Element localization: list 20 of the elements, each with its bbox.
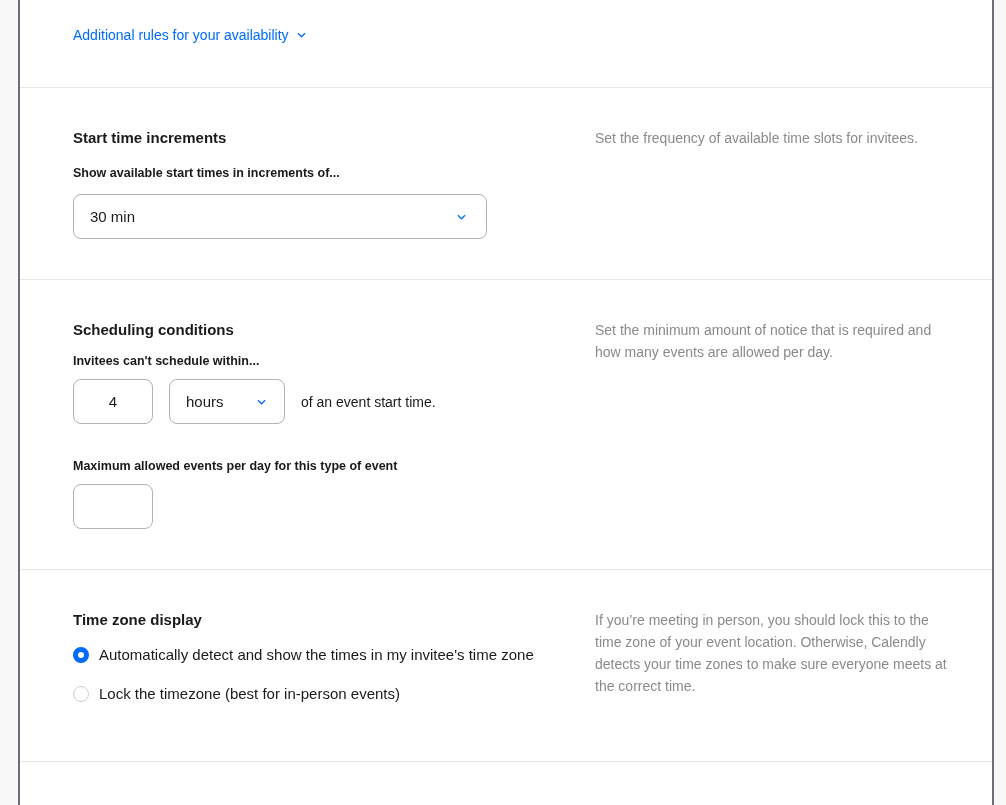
unit-dropdown[interactable]: hours xyxy=(169,379,285,424)
section-title: Time zone display xyxy=(73,610,203,630)
chevron-down-icon xyxy=(457,213,466,220)
chevron-down-icon xyxy=(257,398,266,405)
section-description: Set the frequency of available time slots for invitees. xyxy=(595,129,919,148)
chevron-down-icon xyxy=(296,32,306,38)
field-label: Invitees can't schedule within... xyxy=(73,353,261,369)
radio-option[interactable]: Lock the timezone (best for in-person events) xyxy=(73,682,595,706)
field-label: Maximum allowed events per day for this type of event xyxy=(73,458,399,474)
field-label: Show available start times in increments of... xyxy=(73,165,341,181)
section-title: Start time increments xyxy=(73,128,228,148)
section-description: If you’re meeting in person, you should lock this to the time zone of your event location. Otherwise, Calendly detects your time zones to make sure everyone meets at the correct time. xyxy=(595,611,948,696)
section-description: Set the minimum amount of notice that is required and how many events are allowed per day. xyxy=(595,321,933,362)
notice-suffix-text: of an event start time. xyxy=(301,393,436,410)
radio-option[interactable]: Automatically detect and show the times in my invitee's time zone xyxy=(73,643,595,667)
availability-rules-link[interactable]: Additional rules for your availability xyxy=(73,25,306,45)
max-events-field[interactable] xyxy=(73,484,153,529)
increment-dropdown[interactable]: 30 min xyxy=(73,194,487,239)
section-title: Scheduling conditions xyxy=(73,320,235,340)
notice-amount-field[interactable]: 4 xyxy=(73,379,153,424)
